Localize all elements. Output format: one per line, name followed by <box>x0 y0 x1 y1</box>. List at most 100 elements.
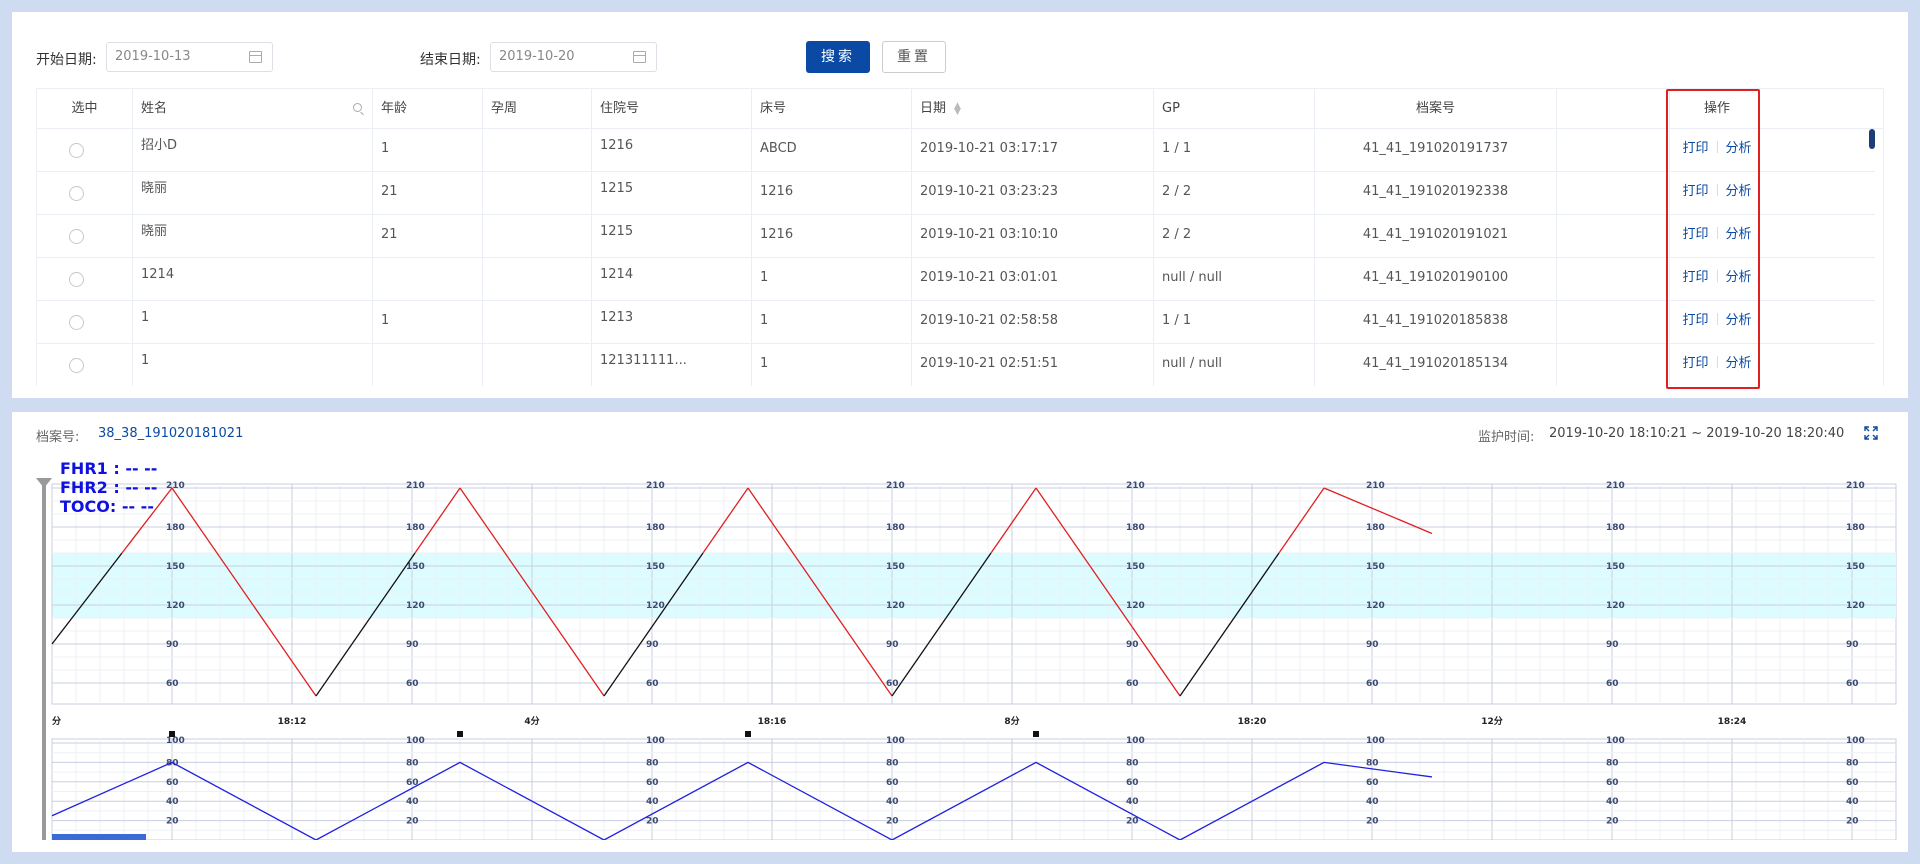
time-slider-track <box>42 480 46 840</box>
top-tick-label: 150 <box>1846 562 1865 572</box>
top-tick-label: 60 <box>166 679 179 689</box>
start-date-label: 开始日期: <box>36 52 97 68</box>
top-tick-label: 90 <box>1366 640 1379 650</box>
time-label: 分 <box>52 715 61 727</box>
top-tick-label: 150 <box>1606 562 1625 572</box>
bottom-tick-label: 40 <box>1126 797 1139 807</box>
bottom-tick-label: 100 <box>1846 736 1865 746</box>
bottom-tick-label: 40 <box>166 797 179 807</box>
row-select-radio[interactable] <box>69 229 84 244</box>
cell-week <box>483 215 592 257</box>
cell-archive: 41_41_191020190100 <box>1315 258 1557 300</box>
sort-icon[interactable]: ▲ ▼ <box>954 101 961 116</box>
bottom-tick-label: 100 <box>166 736 185 746</box>
cell-age: 21 <box>373 172 483 214</box>
top-tick-label: 60 <box>886 679 899 689</box>
monitor-time-label: 监护时间: <box>1478 430 1535 445</box>
table-row[interactable]: 1 121311111... 1 2019-10-21 02:51:51 null / … <box>37 344 1875 386</box>
bottom-tick-label: 60 <box>1606 778 1619 788</box>
bottom-tick-label: 100 <box>1606 736 1625 746</box>
bottom-tick-label: 20 <box>1606 817 1619 827</box>
cell-hospital-no: 121311111... <box>592 344 752 386</box>
col-name-label: 姓名 <box>141 101 168 116</box>
table-header: 选中 姓名 年龄 孕周 住院号 床号 日期 ▲ ▼ GP 档案号 操作 <box>37 89 1883 129</box>
row-select-radio[interactable] <box>69 143 84 158</box>
row-select-radio[interactable] <box>69 358 84 373</box>
bottom-tick-label: 100 <box>886 736 905 746</box>
event-marker <box>1033 731 1039 737</box>
top-tick-label: 150 <box>1126 562 1145 572</box>
start-date-value: 2019-10-13 <box>115 49 191 64</box>
col-date[interactable]: 日期 ▲ ▼ <box>912 89 1154 128</box>
records-table: 选中 姓名 年龄 孕周 住院号 床号 日期 ▲ ▼ GP 档案号 操作 招小D 1 12… <box>36 88 1884 386</box>
end-date-label: 结束日期: <box>420 52 481 68</box>
table-row[interactable]: 1214 1214 1 2019-10-21 03:01:01 null / null 4… <box>37 258 1875 301</box>
col-age: 年龄 <box>373 89 483 128</box>
bottom-tick-label: 100 <box>1366 736 1385 746</box>
top-tick-label: 60 <box>1606 679 1619 689</box>
cell-date: 2019-10-21 03:01:01 <box>912 258 1154 300</box>
table-row[interactable]: 1 1 1213 1 2019-10-21 02:58:58 1 / 1 41_41_191… <box>37 301 1875 344</box>
top-tick-label: 150 <box>406 562 425 572</box>
calendar-icon[interactable] <box>249 51 262 63</box>
row-select-radio[interactable] <box>69 272 84 287</box>
bottom-tick-label: 40 <box>406 797 419 807</box>
top-tick-label: 120 <box>166 601 185 611</box>
top-tick-label: 90 <box>166 640 179 650</box>
cell-gp: null / null <box>1154 344 1315 386</box>
start-date-input[interactable]: 2019-10-13 <box>106 42 273 72</box>
archive-label: 档案号: <box>36 430 80 445</box>
monitor-time-value: 2019-10-20 18:10:21 ~ 2019-10-20 18:20:4… <box>1549 426 1845 441</box>
search-icon[interactable] <box>353 103 362 112</box>
bottom-tick-label: 80 <box>886 758 899 768</box>
cell-select <box>37 301 133 343</box>
bottom-tick-label: 60 <box>1366 778 1379 788</box>
row-select-radio[interactable] <box>69 315 84 330</box>
top-tick-label: 210 <box>1846 481 1865 491</box>
table-row[interactable]: 招小D 1 1216 ABCD 2019-10-21 03:17:17 1 / 1 41_4… <box>37 129 1875 172</box>
toco-readout: TOCO: -- -- <box>60 497 154 516</box>
cell-bed: ABCD <box>752 129 912 171</box>
bottom-tick-label: 20 <box>406 817 419 827</box>
col-name[interactable]: 姓名 <box>133 89 373 128</box>
end-date-value: 2019-10-20 <box>499 49 575 64</box>
cell-age <box>373 344 483 386</box>
row-select-radio[interactable] <box>69 186 84 201</box>
time-label: 18:12 <box>278 717 307 727</box>
top-tick-label: 180 <box>1606 523 1625 533</box>
cell-archive: 41_41_191020185838 <box>1315 301 1557 343</box>
top-tick-label: 60 <box>1366 679 1379 689</box>
top-tick-label: 90 <box>1846 640 1859 650</box>
end-date-input[interactable]: 2019-10-20 <box>490 42 657 72</box>
reset-button[interactable]: 重置 <box>882 41 946 73</box>
top-tick-label: 120 <box>406 601 425 611</box>
bottom-tick-label: 80 <box>1366 758 1379 768</box>
bottom-tick-label: 40 <box>886 797 899 807</box>
table-row[interactable]: 晓丽 21 1215 1216 2019-10-21 03:23:23 2 / 2 41_4… <box>37 172 1875 215</box>
top-tick-label: 120 <box>886 601 905 611</box>
event-marker <box>745 731 751 737</box>
table-row[interactable]: 晓丽 21 1215 1216 2019-10-21 03:10:10 2 / 2 41_4… <box>37 215 1875 258</box>
top-tick-label: 210 <box>166 481 185 491</box>
cell-name: 1214 <box>133 258 373 300</box>
top-tick-label: 150 <box>1366 562 1385 572</box>
calendar-icon[interactable] <box>633 51 646 63</box>
time-label: 18:24 <box>1718 717 1747 727</box>
fullscreen-icon[interactable] <box>1864 426 1878 440</box>
top-tick-label: 120 <box>1366 601 1385 611</box>
top-tick-label: 90 <box>1126 640 1139 650</box>
search-button[interactable]: 搜索 <box>806 41 870 73</box>
col-bed: 床号 <box>752 89 912 128</box>
top-tick-label: 180 <box>886 523 905 533</box>
cell-empty <box>1557 258 1670 300</box>
top-tick-label: 120 <box>1606 601 1625 611</box>
table-scrollbar[interactable] <box>1869 129 1875 149</box>
top-tick-label: 60 <box>1846 679 1859 689</box>
top-tick-label: 180 <box>1846 523 1865 533</box>
col-date-label: 日期 <box>920 101 947 116</box>
cell-hospital-no: 1214 <box>592 258 752 300</box>
cell-week <box>483 129 592 171</box>
top-tick-label: 60 <box>406 679 419 689</box>
bottom-tick-label: 40 <box>646 797 659 807</box>
bottom-tick-label: 100 <box>646 736 665 746</box>
